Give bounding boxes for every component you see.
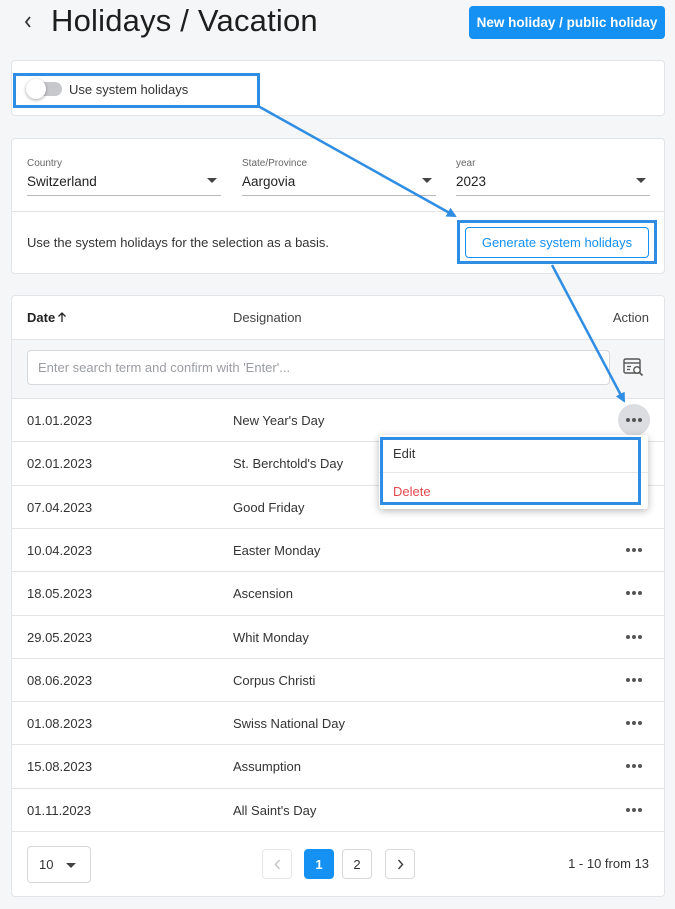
caret-down-icon bbox=[636, 178, 646, 183]
holidays-table: Date Designation Action 01.01.2023 New Ye… bbox=[11, 295, 665, 897]
sort-ascending-icon bbox=[58, 312, 67, 322]
caret-down-icon bbox=[207, 178, 217, 183]
page-size-select[interactable]: 10 bbox=[27, 846, 91, 883]
more-actions-icon[interactable] bbox=[618, 621, 650, 653]
country-select[interactable]: Country Switzerland bbox=[27, 158, 221, 196]
cell-date: 15.08.2023 bbox=[27, 759, 93, 775]
more-actions-icon[interactable] bbox=[618, 577, 650, 609]
table-search-icon[interactable] bbox=[623, 358, 645, 378]
cell-date: 07.04.2023 bbox=[27, 499, 93, 515]
table-row: 08.06.2023 Corpus Christi bbox=[12, 657, 664, 701]
menu-item-edit[interactable]: Edit bbox=[379, 435, 648, 472]
country-value: Switzerland bbox=[27, 174, 97, 189]
year-label: year bbox=[456, 158, 476, 169]
cell-date: 02.01.2023 bbox=[27, 456, 93, 472]
page-1-button[interactable]: 1 bbox=[304, 849, 334, 879]
cell-designation: Easter Monday bbox=[233, 542, 321, 558]
row-action-menu: Edit Delete bbox=[379, 435, 648, 509]
menu-item-delete[interactable]: Delete bbox=[379, 472, 648, 509]
cell-designation: Good Friday bbox=[233, 499, 305, 515]
state-label: State/Province bbox=[242, 158, 308, 169]
table-row: 01.11.2023 All Saint's Day bbox=[12, 787, 664, 831]
basis-note: Use the system holidays for the selectio… bbox=[27, 235, 330, 250]
state-value: Aargovia bbox=[242, 174, 296, 189]
column-date-label: Date bbox=[27, 310, 56, 325]
cell-date: 18.05.2023 bbox=[27, 586, 93, 602]
pagination-range: 1 - 10 from 13 bbox=[568, 856, 649, 871]
system-holidays-card: Use system holidays bbox=[11, 60, 665, 116]
cell-date: 01.01.2023 bbox=[27, 413, 93, 428]
cell-date: 29.05.2023 bbox=[27, 629, 93, 645]
more-actions-icon[interactable] bbox=[618, 534, 650, 566]
more-actions-icon[interactable] bbox=[618, 707, 650, 739]
table-row: 18.05.2023 Ascension bbox=[12, 571, 664, 614]
page-size-value: 10 bbox=[39, 857, 54, 872]
column-header-date[interactable]: Date bbox=[27, 310, 67, 325]
cell-designation: Swiss National Day bbox=[233, 716, 345, 732]
table-row: 01.08.2023 Swiss National Day bbox=[12, 701, 664, 744]
generate-system-holidays-button[interactable]: Generate system holidays bbox=[465, 227, 649, 258]
search-input[interactable] bbox=[27, 350, 610, 385]
page-title: Holidays / Vacation bbox=[51, 3, 318, 38]
new-holiday-button[interactable]: New holiday / public holiday bbox=[469, 6, 665, 39]
chevron-right-icon bbox=[397, 859, 404, 869]
chevron-left-icon bbox=[24, 16, 31, 28]
table-row: 15.08.2023 Assumption bbox=[12, 744, 664, 787]
search-row bbox=[12, 340, 664, 398]
cell-designation: St. Berchtold's Day bbox=[233, 456, 344, 472]
more-actions-icon[interactable] bbox=[618, 664, 650, 696]
menu-delete-label: Delete bbox=[393, 484, 431, 499]
filter-card: Country Switzerland State/Province Aargo… bbox=[11, 138, 665, 274]
country-label: Country bbox=[27, 158, 63, 169]
divider bbox=[12, 211, 664, 212]
more-actions-icon[interactable] bbox=[618, 750, 650, 782]
cell-designation: Assumption bbox=[233, 759, 301, 775]
state-select[interactable]: State/Province Aargovia bbox=[242, 158, 436, 196]
cell-designation: New Year's Day bbox=[233, 413, 325, 428]
chevron-left-icon bbox=[273, 859, 280, 869]
toggle-label: Use system holidays bbox=[69, 82, 189, 97]
year-select[interactable]: year 2023 bbox=[456, 158, 650, 196]
use-system-holidays-toggle[interactable] bbox=[26, 79, 62, 99]
more-actions-icon[interactable] bbox=[618, 404, 650, 436]
cell-designation: Ascension bbox=[233, 586, 293, 602]
column-header-designation[interactable]: Designation bbox=[233, 310, 302, 325]
cell-designation: Whit Monday bbox=[233, 629, 309, 645]
cell-date: 01.08.2023 bbox=[27, 716, 93, 732]
cell-date: 10.04.2023 bbox=[27, 542, 93, 558]
more-actions-icon[interactable] bbox=[618, 794, 650, 826]
caret-down-icon bbox=[422, 178, 432, 183]
year-value: 2023 bbox=[456, 174, 487, 189]
caret-down-icon bbox=[66, 863, 76, 868]
menu-edit-label: Edit bbox=[393, 446, 416, 461]
cell-date: 08.06.2023 bbox=[27, 672, 93, 688]
divider bbox=[12, 831, 664, 832]
cell-date: 01.11.2023 bbox=[27, 802, 92, 818]
previous-page-button[interactable] bbox=[262, 849, 292, 879]
cell-designation: Corpus Christi bbox=[233, 672, 316, 688]
table-row: 10.04.2023 Easter Monday bbox=[12, 527, 664, 571]
next-page-button[interactable] bbox=[385, 849, 415, 879]
back-button[interactable] bbox=[20, 10, 36, 34]
toggle-knob bbox=[26, 79, 46, 99]
cell-designation: All Saint's Day bbox=[233, 802, 317, 818]
page-2-button[interactable]: 2 bbox=[342, 849, 372, 879]
table-row: 29.05.2023 Whit Monday bbox=[12, 614, 664, 658]
column-header-action: Action bbox=[612, 310, 649, 325]
